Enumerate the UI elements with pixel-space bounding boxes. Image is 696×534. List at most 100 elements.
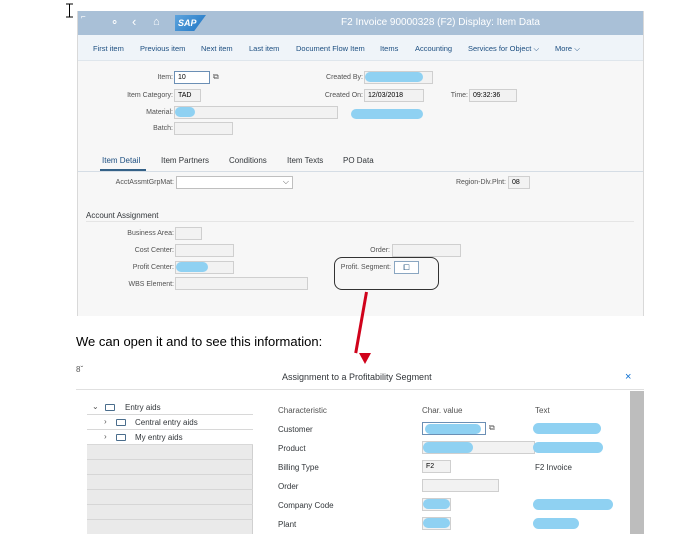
previous-item-button[interactable]: Previous item (140, 44, 185, 53)
first-item-button[interactable]: First item (93, 44, 124, 53)
tab-item-texts[interactable]: Item Texts (287, 156, 323, 165)
folder-icon (105, 404, 115, 411)
back-icon[interactable]: ‹ (132, 14, 136, 29)
cost-center-label: Cost Center: (134, 247, 174, 254)
chevron-down-icon: ⌵ (282, 177, 289, 186)
services-for-object-label: Services for Object (468, 44, 532, 53)
order-value-field[interactable] (422, 479, 499, 492)
wbs-element-label: WBS Element: (128, 281, 174, 288)
characteristic-label: Order (278, 482, 299, 491)
item-category-label: Item Category: (127, 92, 173, 99)
chevron-down-icon: ⌵ (533, 44, 540, 53)
close-icon[interactable]: × (625, 371, 631, 383)
redaction-mark (365, 72, 423, 82)
redaction-mark (425, 424, 481, 434)
billing-type-value-field[interactable]: F2 (422, 460, 451, 473)
tree-node-entry-aids[interactable]: ⌄ Entry aids (87, 400, 253, 415)
time-field[interactable]: 09:32:36 (469, 89, 517, 102)
sap-logo: SAP (175, 15, 206, 31)
dialog-scrollbar[interactable] (630, 391, 644, 534)
redaction-mark (533, 518, 579, 529)
sap-item-data-window: ⌐ ⚬ ‹ ⌂ SAP F2 Invoice 90000328 (F2) Dis… (77, 11, 644, 316)
column-header-char-value: Char. value (422, 406, 463, 415)
account-assignment-title: Account Assignment (86, 211, 159, 220)
wbs-element-field[interactable] (175, 277, 308, 290)
dialog-corner-glyph: 8ˇ (76, 365, 84, 374)
tree-node-label: Entry aids (125, 403, 161, 412)
more-button[interactable]: More ⌵ (555, 44, 580, 54)
window-menu-icon[interactable]: ⌐ (81, 12, 86, 21)
item-field[interactable]: 10 (174, 71, 210, 84)
red-arrow-head (359, 353, 371, 364)
time-label: Time: (450, 92, 468, 99)
created-on-label: Created On: (324, 92, 363, 99)
open-profit-segment-button[interactable]: ⧠ (394, 261, 419, 274)
order-field[interactable] (392, 244, 461, 257)
accounting-button[interactable]: Accounting (415, 44, 452, 53)
home-icon[interactable]: ⌂ (153, 16, 160, 28)
acct-assmt-grp-select[interactable]: ⌵ (176, 176, 293, 189)
tree-node-label: Central entry aids (135, 418, 198, 427)
tree-node-label: My entry aids (135, 433, 183, 442)
empty-grid-row (87, 445, 253, 460)
chevron-right-icon[interactable]: › (104, 417, 107, 426)
characteristic-label: Product (278, 444, 306, 453)
document-flow-item-button[interactable]: Document Flow Item (296, 44, 365, 53)
chevron-right-icon[interactable]: › (104, 432, 107, 441)
empty-grid-row (87, 475, 253, 490)
profit-segment-label: Profit. Segment: (340, 264, 391, 271)
characteristic-label: Company Code (278, 501, 334, 510)
caption-text: We can open it and to see this informati… (76, 334, 323, 349)
cost-center-field[interactable] (175, 244, 234, 257)
tab-divider (78, 171, 643, 172)
dialog-title: Assignment to a Profitability Segment (282, 372, 432, 382)
redaction-mark (533, 423, 601, 434)
tab-po-data[interactable]: PO Data (343, 156, 374, 165)
open-details-icon[interactable]: ⧉ (213, 72, 219, 82)
tab-item-detail[interactable]: Item Detail (102, 156, 140, 165)
tree-node-central-entry-aids[interactable]: › Central entry aids (87, 415, 253, 430)
section-divider (86, 221, 634, 222)
redaction-mark (533, 499, 613, 510)
empty-grid-row (87, 505, 253, 520)
tab-item-partners[interactable]: Item Partners (161, 156, 209, 165)
empty-grid-row (87, 520, 253, 534)
redaction-mark (351, 109, 423, 119)
batch-field[interactable] (174, 122, 233, 135)
chevron-down-icon: ⌵ (574, 44, 580, 53)
business-area-field[interactable] (175, 227, 202, 240)
region-dlv-plant-field[interactable]: 08 (508, 176, 530, 189)
region-dlv-plant-label: Region-Dlv.Plnt: (455, 179, 506, 186)
services-for-object-button[interactable]: Services for Object ⌵ (468, 44, 539, 54)
last-item-button[interactable]: Last item (249, 44, 279, 53)
user-icon[interactable]: ⚬ (110, 16, 119, 29)
tab-strip: Item Detail Item Partners Conditions Ite… (78, 156, 643, 172)
open-details-icon[interactable]: ⧉ (489, 423, 495, 433)
redaction-mark (423, 442, 473, 453)
items-button[interactable]: Items (380, 44, 398, 53)
characteristic-label: Plant (278, 520, 297, 529)
column-header-characteristic: Characteristic (278, 406, 327, 415)
material-field[interactable] (174, 106, 338, 119)
toolbar: First item Previous item Next item Last … (78, 35, 643, 61)
tab-conditions[interactable]: Conditions (229, 156, 267, 165)
chevron-down-icon[interactable]: ⌄ (92, 402, 99, 411)
item-category-field[interactable]: TAD (174, 89, 201, 102)
redaction-mark (175, 107, 195, 117)
empty-grid-row (87, 490, 253, 505)
created-on-field[interactable]: 12/03/2018 (364, 89, 424, 102)
business-area-label: Business Area: (127, 230, 174, 237)
shell-bar: ⌐ ⚬ ‹ ⌂ SAP F2 Invoice 90000328 (F2) Dis… (78, 11, 643, 35)
tree-node-my-entry-aids[interactable]: › My entry aids (87, 430, 253, 445)
window-title: F2 Invoice 90000328 (F2) Display: Item D… (341, 17, 540, 28)
profit-center-label: Profit Center: (132, 264, 174, 271)
order-label: Order: (370, 247, 390, 254)
characteristic-label: Billing Type (278, 463, 319, 472)
dialog-header-divider (76, 389, 644, 390)
next-item-button[interactable]: Next item (201, 44, 233, 53)
empty-grid-row (87, 460, 253, 475)
profit-segment-highlight (334, 257, 439, 290)
entry-aids-tree: ⌄ Entry aids › Central entry aids › My e… (87, 400, 253, 534)
redaction-mark (423, 518, 450, 528)
folder-icon (116, 434, 126, 441)
